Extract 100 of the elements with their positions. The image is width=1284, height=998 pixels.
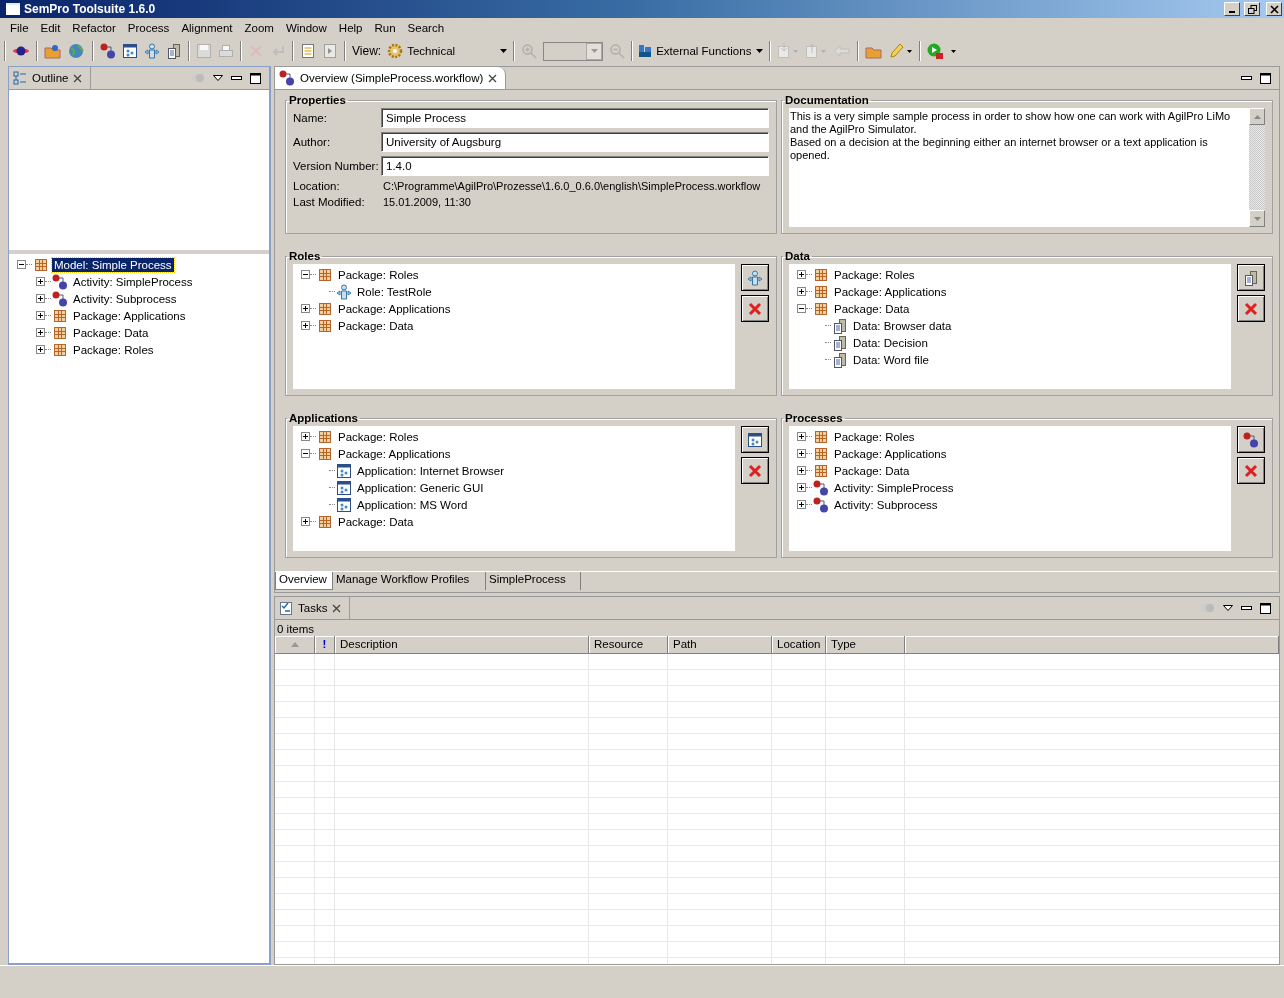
- close-icon[interactable]: [332, 603, 342, 613]
- tree-item[interactable]: Package: Applications: [336, 446, 453, 461]
- tree-item[interactable]: Application: Generic GUI: [355, 480, 486, 495]
- tree-item[interactable]: Activity: Subprocess: [71, 291, 179, 306]
- menu-item[interactable]: Window: [279, 22, 333, 34]
- editor-tab[interactable]: Overview (SimpleProcess.workflow): [275, 67, 507, 89]
- tree-item[interactable]: Data: Word file: [851, 352, 931, 367]
- tree-item[interactable]: Application: Internet Browser: [355, 463, 507, 478]
- view-dropdown[interactable]: Technical: [387, 43, 508, 59]
- add-button[interactable]: [741, 426, 769, 453]
- minimize-icon[interactable]: [1241, 605, 1252, 611]
- close-button[interactable]: [1266, 2, 1282, 16]
- page-tab[interactable]: SimpleProcess: [486, 572, 581, 590]
- tree-item[interactable]: Package: Data: [832, 301, 912, 316]
- tree-toggle[interactable]: [36, 277, 45, 286]
- column-header[interactable]: Type: [826, 636, 905, 653]
- tree-item[interactable]: Package: Roles: [832, 267, 917, 282]
- tree-item[interactable]: Data: Decision: [851, 335, 930, 350]
- external-functions-button[interactable]: External Functions: [639, 45, 764, 57]
- minimize-icon[interactable]: [231, 75, 242, 81]
- maximize-icon[interactable]: [1260, 602, 1271, 614]
- tree-item[interactable]: Activity: SimpleProcess: [832, 480, 956, 495]
- tree-toggle[interactable]: [301, 432, 310, 441]
- delete-button[interactable]: [741, 295, 769, 322]
- text-field[interactable]: Simple Process: [381, 108, 769, 128]
- column-header[interactable]: Resource: [589, 636, 668, 653]
- menu-item[interactable]: Help: [332, 22, 369, 34]
- tree-toggle[interactable]: [17, 260, 26, 269]
- tree-toggle[interactable]: [797, 432, 806, 441]
- tree-item[interactable]: Activity: SimpleProcess: [71, 274, 195, 289]
- tree-toggle[interactable]: [301, 304, 310, 313]
- column-header[interactable]: [275, 636, 315, 653]
- tree-item[interactable]: Role: TestRole: [355, 284, 434, 299]
- tree-item[interactable]: Package: Data: [336, 318, 416, 333]
- tree-item[interactable]: Package: Applications: [336, 301, 453, 316]
- tree-toggle[interactable]: [301, 270, 310, 279]
- open-folder-icon[interactable]: [44, 43, 62, 59]
- add-button[interactable]: [1237, 264, 1265, 291]
- delete-button[interactable]: [1237, 457, 1265, 484]
- tree-item[interactable]: Package: Data: [336, 514, 416, 529]
- tree-toggle[interactable]: [301, 321, 310, 330]
- application-button[interactable]: [122, 43, 138, 59]
- page-tab[interactable]: Manage Workflow Profiles: [333, 572, 486, 590]
- tree-item[interactable]: Package: Data: [832, 463, 912, 478]
- tree-item[interactable]: Package: Roles: [832, 429, 917, 444]
- tree-toggle[interactable]: [36, 328, 45, 337]
- column-header[interactable]: !: [315, 636, 335, 653]
- tree-toggle[interactable]: [797, 287, 806, 296]
- close-icon[interactable]: [73, 73, 83, 83]
- maximize-icon[interactable]: [250, 72, 261, 84]
- delete-button[interactable]: [741, 457, 769, 484]
- documentation-field[interactable]: [789, 108, 1265, 227]
- tree-toggle[interactable]: [36, 294, 45, 303]
- maximize-icon[interactable]: [1260, 72, 1271, 84]
- menu-item[interactable]: Search: [401, 22, 451, 34]
- role-button[interactable]: [144, 43, 160, 59]
- tree-item[interactable]: Model: Simple Process: [52, 257, 174, 272]
- tree-item[interactable]: Application: MS Word: [355, 497, 470, 512]
- menu-item[interactable]: Zoom: [238, 22, 280, 34]
- column-header[interactable]: Location: [772, 636, 826, 653]
- tree-item[interactable]: Package: Applications: [71, 308, 188, 323]
- text-field[interactable]: University of Augsburg: [381, 132, 769, 152]
- tree-item[interactable]: Package: Data: [71, 325, 151, 340]
- tree-item[interactable]: Package: Roles: [71, 342, 156, 357]
- menu-item[interactable]: Process: [121, 22, 176, 34]
- brush-icon[interactable]: [889, 43, 914, 59]
- menu-item[interactable]: Refactor: [66, 22, 122, 34]
- menu-item[interactable]: Run: [368, 22, 402, 34]
- scrollbar[interactable]: [1249, 108, 1265, 227]
- tree-toggle[interactable]: [301, 449, 310, 458]
- menu-item[interactable]: File: [4, 22, 35, 34]
- restore-button[interactable]: [1244, 2, 1260, 16]
- tree-toggle[interactable]: [797, 483, 806, 492]
- tree-toggle[interactable]: [797, 466, 806, 475]
- add-button[interactable]: [1237, 426, 1265, 453]
- document-icon[interactable]: [300, 43, 316, 59]
- tree-item[interactable]: Package: Applications: [832, 446, 949, 461]
- view-menu-icon[interactable]: [1223, 605, 1233, 611]
- tree-item[interactable]: Package: Applications: [832, 284, 949, 299]
- page-tab[interactable]: Overview: [275, 572, 333, 590]
- tree-toggle[interactable]: [797, 500, 806, 509]
- data-button[interactable]: [166, 43, 182, 59]
- tree-item[interactable]: Package: Roles: [336, 267, 421, 282]
- column-header[interactable]: Description: [335, 636, 589, 653]
- tree-item[interactable]: Data: Browser data: [851, 318, 954, 333]
- tree-toggle[interactable]: [797, 270, 806, 279]
- activity-button[interactable]: [100, 43, 116, 59]
- tree-toggle[interactable]: [301, 517, 310, 526]
- menu-item[interactable]: Alignment: [175, 22, 239, 34]
- add-button[interactable]: [741, 264, 769, 291]
- run-icon[interactable]: [927, 43, 958, 59]
- tree-toggle[interactable]: [797, 304, 806, 313]
- close-icon[interactable]: [488, 73, 498, 83]
- tree-toggle[interactable]: [36, 345, 45, 354]
- tree-item[interactable]: Activity: Subprocess: [832, 497, 940, 512]
- zoom-dropdown[interactable]: [543, 41, 604, 61]
- play-document-icon[interactable]: [322, 43, 338, 59]
- menu-item[interactable]: Edit: [34, 22, 67, 34]
- tree-item[interactable]: Package: Roles: [336, 429, 421, 444]
- view-menu-icon[interactable]: [213, 75, 223, 81]
